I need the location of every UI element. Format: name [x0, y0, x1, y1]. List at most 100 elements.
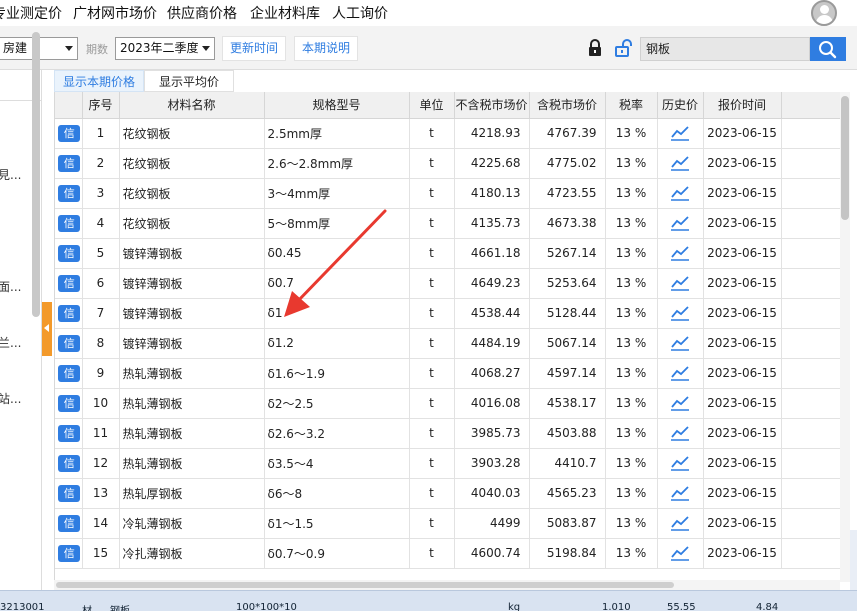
header-price-incl-tax[interactable]: 含税市场价 — [529, 92, 606, 119]
table-row[interactable]: 信 15 冷扎薄钢板 δ0.7～0.9 t 4600.74 5198.84 13 % 2023-… — [55, 538, 840, 569]
table-row[interactable]: 信 14 冷轧薄钢板 δ1～1.5 t 4499 5083.87 13 % 2023-06-15 — [55, 508, 840, 539]
table-row[interactable]: 信 5 镀锌薄钢板 δ0.45 t 4661.18 5267.14 13 % 2023-06-1… — [55, 238, 840, 269]
vertical-scrollbar-thumb[interactable] — [841, 96, 849, 220]
credit-badge-icon[interactable]: 信 — [58, 514, 81, 532]
trend-chart-icon[interactable] — [670, 245, 690, 261]
badge-cell[interactable]: 信 — [55, 208, 83, 239]
tab-average-price[interactable]: 显示平均价 — [144, 70, 234, 92]
trend-chart-icon[interactable] — [670, 155, 690, 171]
trend-chart-icon[interactable] — [670, 185, 690, 201]
tree-item-fragment[interactable]: 兰... — [0, 334, 21, 351]
trend-chart-icon[interactable] — [670, 305, 690, 321]
badge-cell[interactable]: 信 — [55, 238, 83, 269]
cell-history[interactable] — [657, 148, 704, 179]
table-row[interactable]: 信 3 花纹钢板 3～4mm厚 t 4180.13 4723.55 13 % 2023-06-1… — [55, 178, 840, 209]
cell-history[interactable] — [657, 358, 704, 389]
cell-history[interactable] — [657, 178, 704, 209]
table-row[interactable]: 信 12 热轧薄钢板 δ3.5～4 t 3903.28 4410.7 13 % 2023-06-… — [55, 448, 840, 479]
trend-chart-icon[interactable] — [670, 395, 690, 411]
table-row[interactable]: 信 6 镀锌薄钢板 δ0.7 t 4649.23 5253.64 13 % 2023-06-15 — [55, 268, 840, 299]
credit-badge-icon[interactable]: 信 — [58, 394, 81, 412]
credit-badge-icon[interactable]: 信 — [58, 364, 81, 382]
nav-item-market-price[interactable]: 广材网市场价 — [73, 3, 157, 23]
tab-current-price[interactable]: 显示本期价格 — [54, 70, 144, 92]
header-spec[interactable]: 规格型号 — [264, 92, 410, 119]
cell-history[interactable] — [657, 118, 704, 149]
cell-history[interactable] — [657, 388, 704, 419]
table-row[interactable]: 信 10 热轧薄钢板 δ2～2.5 t 4016.08 4538.17 13 % 2023-06… — [55, 388, 840, 419]
credit-badge-icon[interactable]: 信 — [58, 244, 81, 262]
table-row[interactable]: 信 9 热轧薄钢板 δ1.6～1.9 t 4068.27 4597.14 13 % 2023-0… — [55, 358, 840, 389]
credit-badge-icon[interactable]: 信 — [58, 334, 81, 352]
user-avatar-icon[interactable] — [811, 0, 837, 26]
header-price-excl-tax[interactable]: 不含税市场价 — [454, 92, 530, 119]
cell-history[interactable] — [657, 478, 704, 509]
search-input[interactable]: 钢板 — [640, 37, 810, 61]
trend-chart-icon[interactable] — [670, 365, 690, 381]
cell-history[interactable] — [657, 448, 704, 479]
trend-chart-icon[interactable] — [670, 275, 690, 291]
tree-item-fragment[interactable]: 面... — [0, 278, 21, 295]
tree-item-fragment[interactable]: 見... — [0, 166, 21, 183]
trend-chart-icon[interactable] — [670, 335, 690, 351]
header-unit[interactable]: 单位 — [409, 92, 455, 119]
table-row[interactable]: 信 13 热轧厚钢板 δ6～8 t 4040.03 4565.23 13 % 2023-06-1… — [55, 478, 840, 509]
table-row[interactable]: 信 2 花纹钢板 2.6～2.8mm厚 t 4225.68 4775.02 13 % 2023-… — [55, 148, 840, 179]
table-row[interactable]: 信 1 花纹钢板 2.5mm厚 t 4218.93 4767.39 13 % 2023-06-1… — [55, 118, 840, 149]
trend-chart-icon[interactable] — [670, 455, 690, 471]
credit-badge-icon[interactable]: 信 — [58, 454, 81, 472]
credit-badge-icon[interactable]: 信 — [58, 304, 81, 322]
search-button[interactable] — [810, 37, 846, 61]
trend-chart-icon[interactable] — [670, 425, 690, 441]
horizontal-scrollbar[interactable] — [54, 580, 840, 590]
badge-cell[interactable]: 信 — [55, 148, 83, 179]
trend-chart-icon[interactable] — [670, 485, 690, 501]
cell-history[interactable] — [657, 538, 704, 569]
credit-badge-icon[interactable]: 信 — [58, 124, 81, 142]
header-quote-time[interactable]: 报价时间 — [703, 92, 782, 119]
left-scrollbar-thumb[interactable] — [32, 32, 40, 317]
badge-cell[interactable]: 信 — [55, 418, 83, 449]
credit-badge-icon[interactable]: 信 — [58, 184, 81, 202]
cell-history[interactable] — [657, 328, 704, 359]
trend-chart-icon[interactable] — [670, 545, 690, 561]
period-select[interactable]: 2023年二季度 — [115, 37, 215, 60]
badge-cell[interactable]: 信 — [55, 538, 83, 569]
credit-badge-icon[interactable]: 信 — [58, 544, 81, 562]
period-note-button[interactable]: 本期说明 — [294, 36, 358, 61]
credit-badge-icon[interactable]: 信 — [58, 214, 81, 232]
badge-cell[interactable]: 信 — [55, 298, 83, 329]
badge-cell[interactable]: 信 — [55, 328, 83, 359]
badge-cell[interactable]: 信 — [55, 358, 83, 389]
badge-cell[interactable]: 信 — [55, 478, 83, 509]
trend-chart-icon[interactable] — [670, 215, 690, 231]
badge-cell[interactable]: 信 — [55, 508, 83, 539]
header-material-name[interactable]: 材料名称 — [119, 92, 265, 119]
credit-badge-icon[interactable]: 信 — [58, 424, 81, 442]
cell-history[interactable] — [657, 298, 704, 329]
cell-history[interactable] — [657, 268, 704, 299]
badge-cell[interactable]: 信 — [55, 268, 83, 299]
header-index[interactable]: 序号 — [82, 92, 120, 119]
nav-item-supplier-price[interactable]: 供应商价格 — [167, 3, 237, 23]
cell-history[interactable] — [657, 508, 704, 539]
credit-badge-icon[interactable]: 信 — [58, 154, 81, 172]
badge-cell[interactable]: 信 — [55, 448, 83, 479]
trend-chart-icon[interactable] — [670, 515, 690, 531]
collapse-panel-handle[interactable] — [42, 302, 52, 356]
trend-chart-icon[interactable] — [670, 125, 690, 141]
vertical-scrollbar[interactable] — [840, 92, 850, 582]
credit-badge-icon[interactable]: 信 — [58, 484, 81, 502]
header-history[interactable]: 历史价 — [657, 92, 704, 119]
table-row[interactable]: 信 7 镀锌薄钢板 δ1 t 4538.44 5128.44 13 % 2023-06-15 — [55, 298, 840, 329]
badge-cell[interactable]: 信 — [55, 388, 83, 419]
lock-icon[interactable] — [587, 39, 603, 57]
update-time-button[interactable]: 更新时间 — [222, 36, 286, 61]
cell-history[interactable] — [657, 418, 704, 449]
badge-cell[interactable]: 信 — [55, 178, 83, 209]
table-row[interactable]: 信 4 花纹钢板 5～8mm厚 t 4135.73 4673.38 13 % 2023-06-1… — [55, 208, 840, 239]
header-tax-rate[interactable]: 税率 — [605, 92, 658, 119]
nav-item-enterprise-library[interactable]: 企业材料库 — [250, 3, 320, 23]
nav-item-expert-price[interactable]: 专业测定价 — [0, 3, 62, 23]
unlock-icon[interactable] — [614, 39, 634, 57]
